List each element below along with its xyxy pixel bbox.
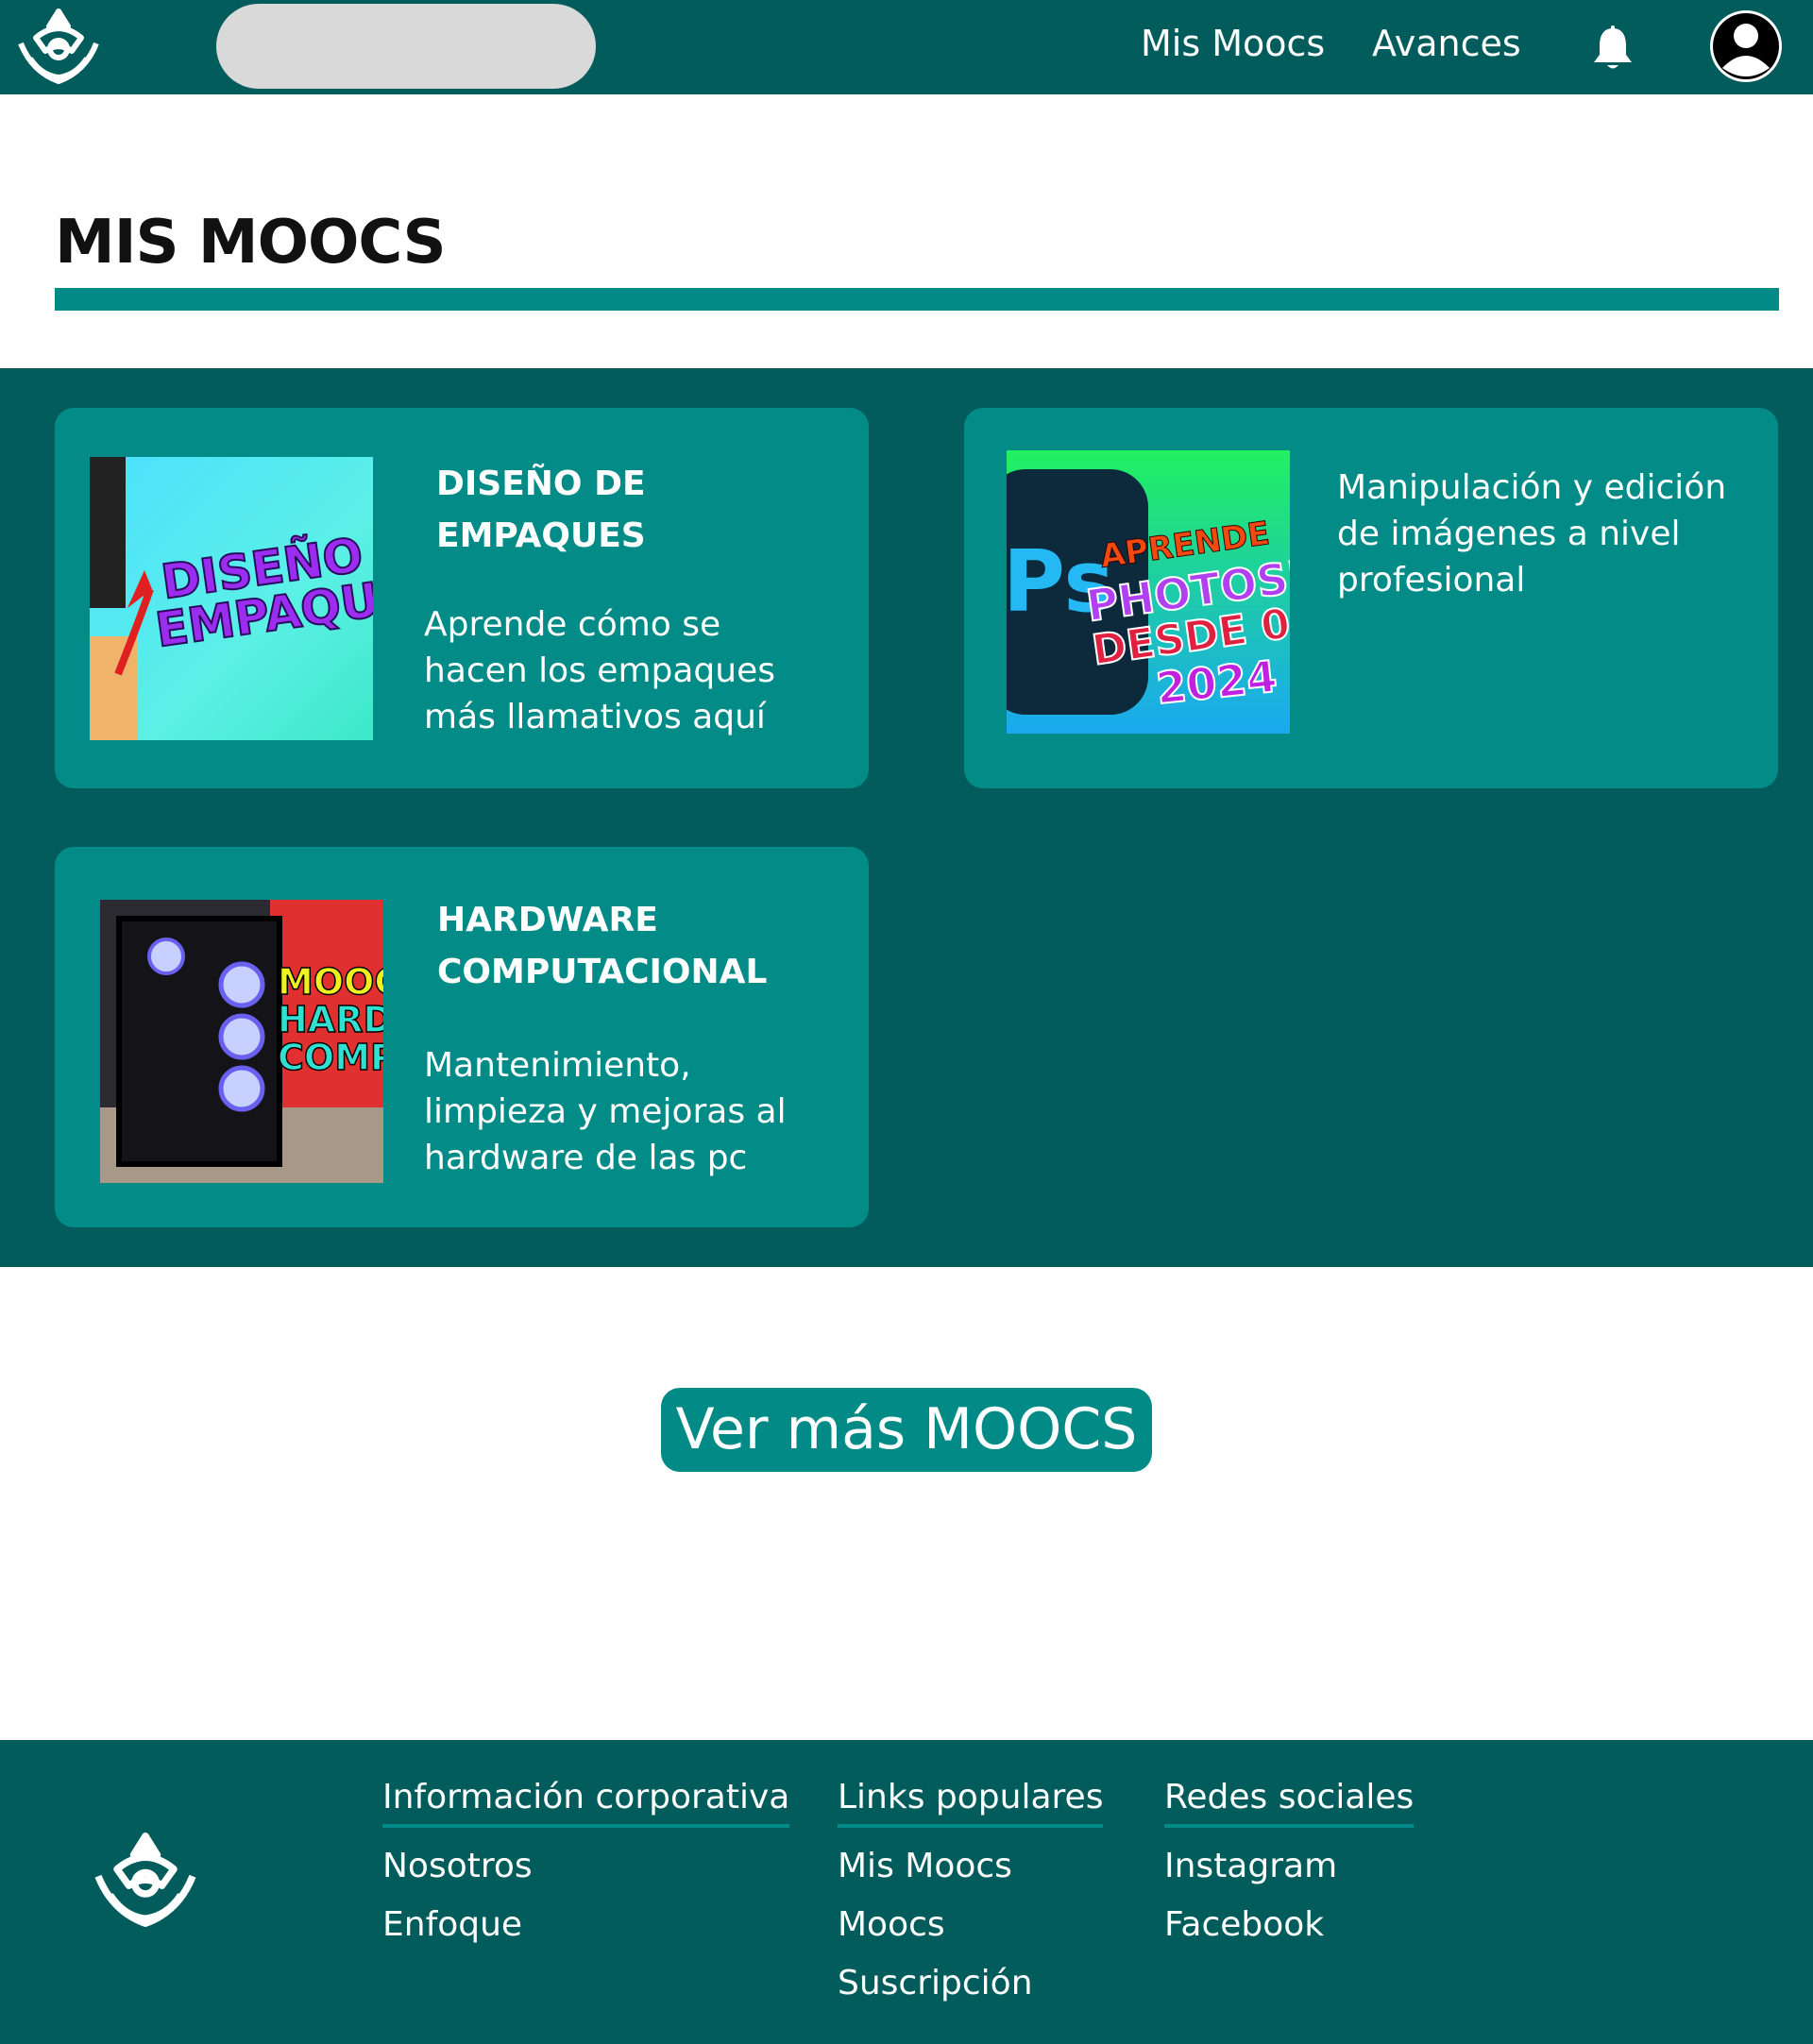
footer-heading: Redes sociales	[1164, 1778, 1415, 1828]
thumbnail-text: HARDW	[278, 999, 383, 1040]
footer-link-moocs[interactable]: Moocs	[838, 1896, 1103, 1954]
footer-heading: Links populares	[838, 1778, 1104, 1828]
top-navbar: Mis Moocs Avances	[0, 0, 1813, 94]
course-description: Manipulación y edición de imágenes a niv…	[1337, 468, 1727, 600]
courses-section: DISEÑO EMPAQU DISEÑO DE EMPAQUES Aprende…	[0, 368, 1813, 1267]
course-title[interactable]: DISEÑO DE EMPAQUES	[436, 458, 852, 562]
thumbnail-text: MOOC	[278, 961, 383, 1003]
footer-link-mis-moocs[interactable]: Mis Moocs	[838, 1837, 1103, 1896]
course-card-hardware[interactable]: MOOC HARDW COMP HARDWARE COMPUTACIONAL M…	[55, 847, 869, 1227]
page-title: MIS MOOCS	[55, 208, 447, 278]
footer-link-nosotros[interactable]: Nosotros	[382, 1837, 789, 1896]
nav-link-avances[interactable]: Avances	[1372, 23, 1521, 64]
thumbnail-text: COMP	[278, 1037, 383, 1078]
course-description: Mantenimiento, limpieza y mejoras al har…	[424, 1046, 787, 1177]
course-card-photoshop[interactable]: Ps APRENDE PHOTOSH DESDE 0 2024 Manipula…	[964, 408, 1778, 788]
footer-link-enfoque[interactable]: Enfoque	[382, 1896, 789, 1954]
bell-icon[interactable]	[1590, 25, 1635, 72]
user-avatar-icon[interactable]	[1709, 9, 1783, 83]
search-input[interactable]	[216, 4, 596, 89]
footer-link-instagram[interactable]: Instagram	[1164, 1837, 1414, 1896]
footer-link-suscripcion[interactable]: Suscripción	[838, 1954, 1103, 2013]
course-thumbnail[interactable]: MOOC HARDW COMP	[100, 900, 383, 1183]
ver-mas-moocs-button[interactable]: Ver más MOOCS	[661, 1388, 1152, 1472]
footer-column-popular-links: Links populares Mis Moocs Moocs Suscripc…	[838, 1778, 1104, 2013]
footer-column-social: Redes sociales Instagram Facebook	[1164, 1778, 1415, 1954]
footer-link-facebook[interactable]: Facebook	[1164, 1896, 1414, 1954]
course-card-diseno-empaques[interactable]: DISEÑO EMPAQU DISEÑO DE EMPAQUES Aprende…	[55, 408, 869, 788]
nav-link-mis-moocs[interactable]: Mis Moocs	[1141, 23, 1325, 64]
footer: Información corporativa Nosotros Enfoque…	[0, 1740, 1813, 2044]
title-underline	[55, 288, 1779, 311]
course-title[interactable]: HARDWARE COMPUTACIONAL	[437, 894, 834, 998]
course-thumbnail[interactable]: Ps APRENDE PHOTOSH DESDE 0 2024	[1007, 450, 1290, 734]
footer-column-corporate: Información corporativa Nosotros Enfoque	[382, 1778, 790, 1954]
course-thumbnail[interactable]: DISEÑO EMPAQU	[90, 457, 373, 740]
footer-heading: Información corporativa	[382, 1778, 790, 1828]
logo-icon[interactable]	[13, 6, 104, 87]
footer-logo-icon[interactable]	[89, 1828, 202, 1932]
course-description: Aprende cómo se hacen los empaques más l…	[424, 605, 776, 736]
